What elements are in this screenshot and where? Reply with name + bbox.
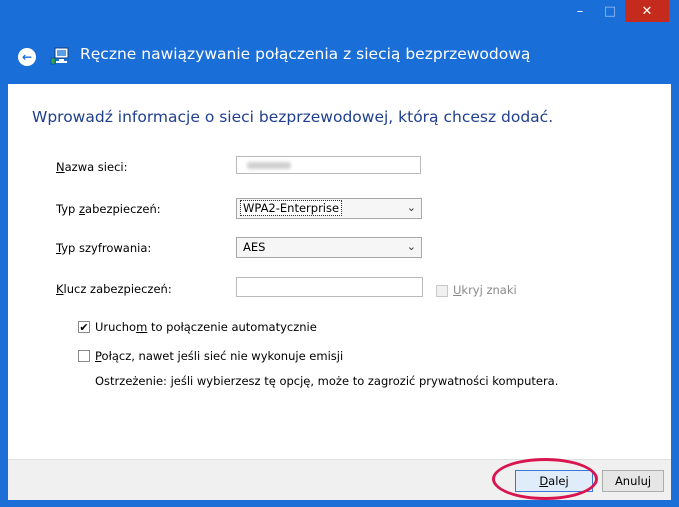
maximize-button[interactable]: □ (595, 0, 625, 22)
window-title: Ręczne nawiązywanie połączenia z siecią … (80, 45, 531, 63)
connect-hidden-checkbox[interactable] (78, 350, 90, 362)
dialog-window: – □ ✕ ← Ręczne nawiązywanie połączenia z… (0, 0, 679, 507)
chevron-down-icon: ⌄ (406, 240, 416, 253)
network-name-input[interactable] (236, 156, 421, 174)
minimize-button[interactable]: – (565, 0, 595, 22)
security-key-input[interactable] (236, 277, 423, 297)
network-icon (50, 47, 69, 65)
network-name-value-redacted (247, 162, 291, 169)
connect-hidden-label[interactable]: Połącz, nawet jeśli sieć nie wykonuje em… (95, 349, 343, 363)
page-heading: Wprowadź informacje o sieci bezprzewodow… (32, 108, 554, 126)
close-button[interactable]: ✕ (625, 0, 669, 22)
highlight-circle (492, 458, 598, 500)
security-type-label: Typ zabezpieczeń: (56, 202, 161, 216)
auto-connect-checkbox[interactable]: ✔ (78, 321, 90, 333)
back-arrow-icon[interactable]: ← (18, 48, 36, 66)
chevron-down-icon: ⌄ (406, 201, 416, 214)
encryption-type-select[interactable]: AES ⌄ (236, 237, 422, 258)
window-controls: – □ ✕ (565, 0, 669, 26)
form-panel: Wprowadź informacje o sieci bezprzewodow… (8, 84, 671, 459)
security-type-value: WPA2-Enterprise (239, 200, 343, 216)
hide-characters-label: Ukryj znaki (453, 283, 517, 297)
hide-characters-checkbox (436, 285, 448, 297)
title-bar: – □ ✕ ← Ręczne nawiązywanie połączenia z… (0, 0, 679, 84)
network-name-label: Nazwa sieci: (56, 160, 128, 174)
security-type-select[interactable]: WPA2-Enterprise ⌄ (236, 198, 422, 219)
security-key-label: Klucz zabezpieczeń: (56, 282, 172, 296)
privacy-warning: Ostrzeżenie: jeśli wybierzesz tę opcję, … (95, 374, 559, 388)
auto-connect-label[interactable]: Uruchom to połączenie automatycznie (95, 320, 317, 334)
cancel-button[interactable]: Anuluj (602, 470, 664, 492)
encryption-type-value: AES (243, 240, 266, 254)
encryption-type-label: Typ szyfrowania: (56, 241, 152, 255)
